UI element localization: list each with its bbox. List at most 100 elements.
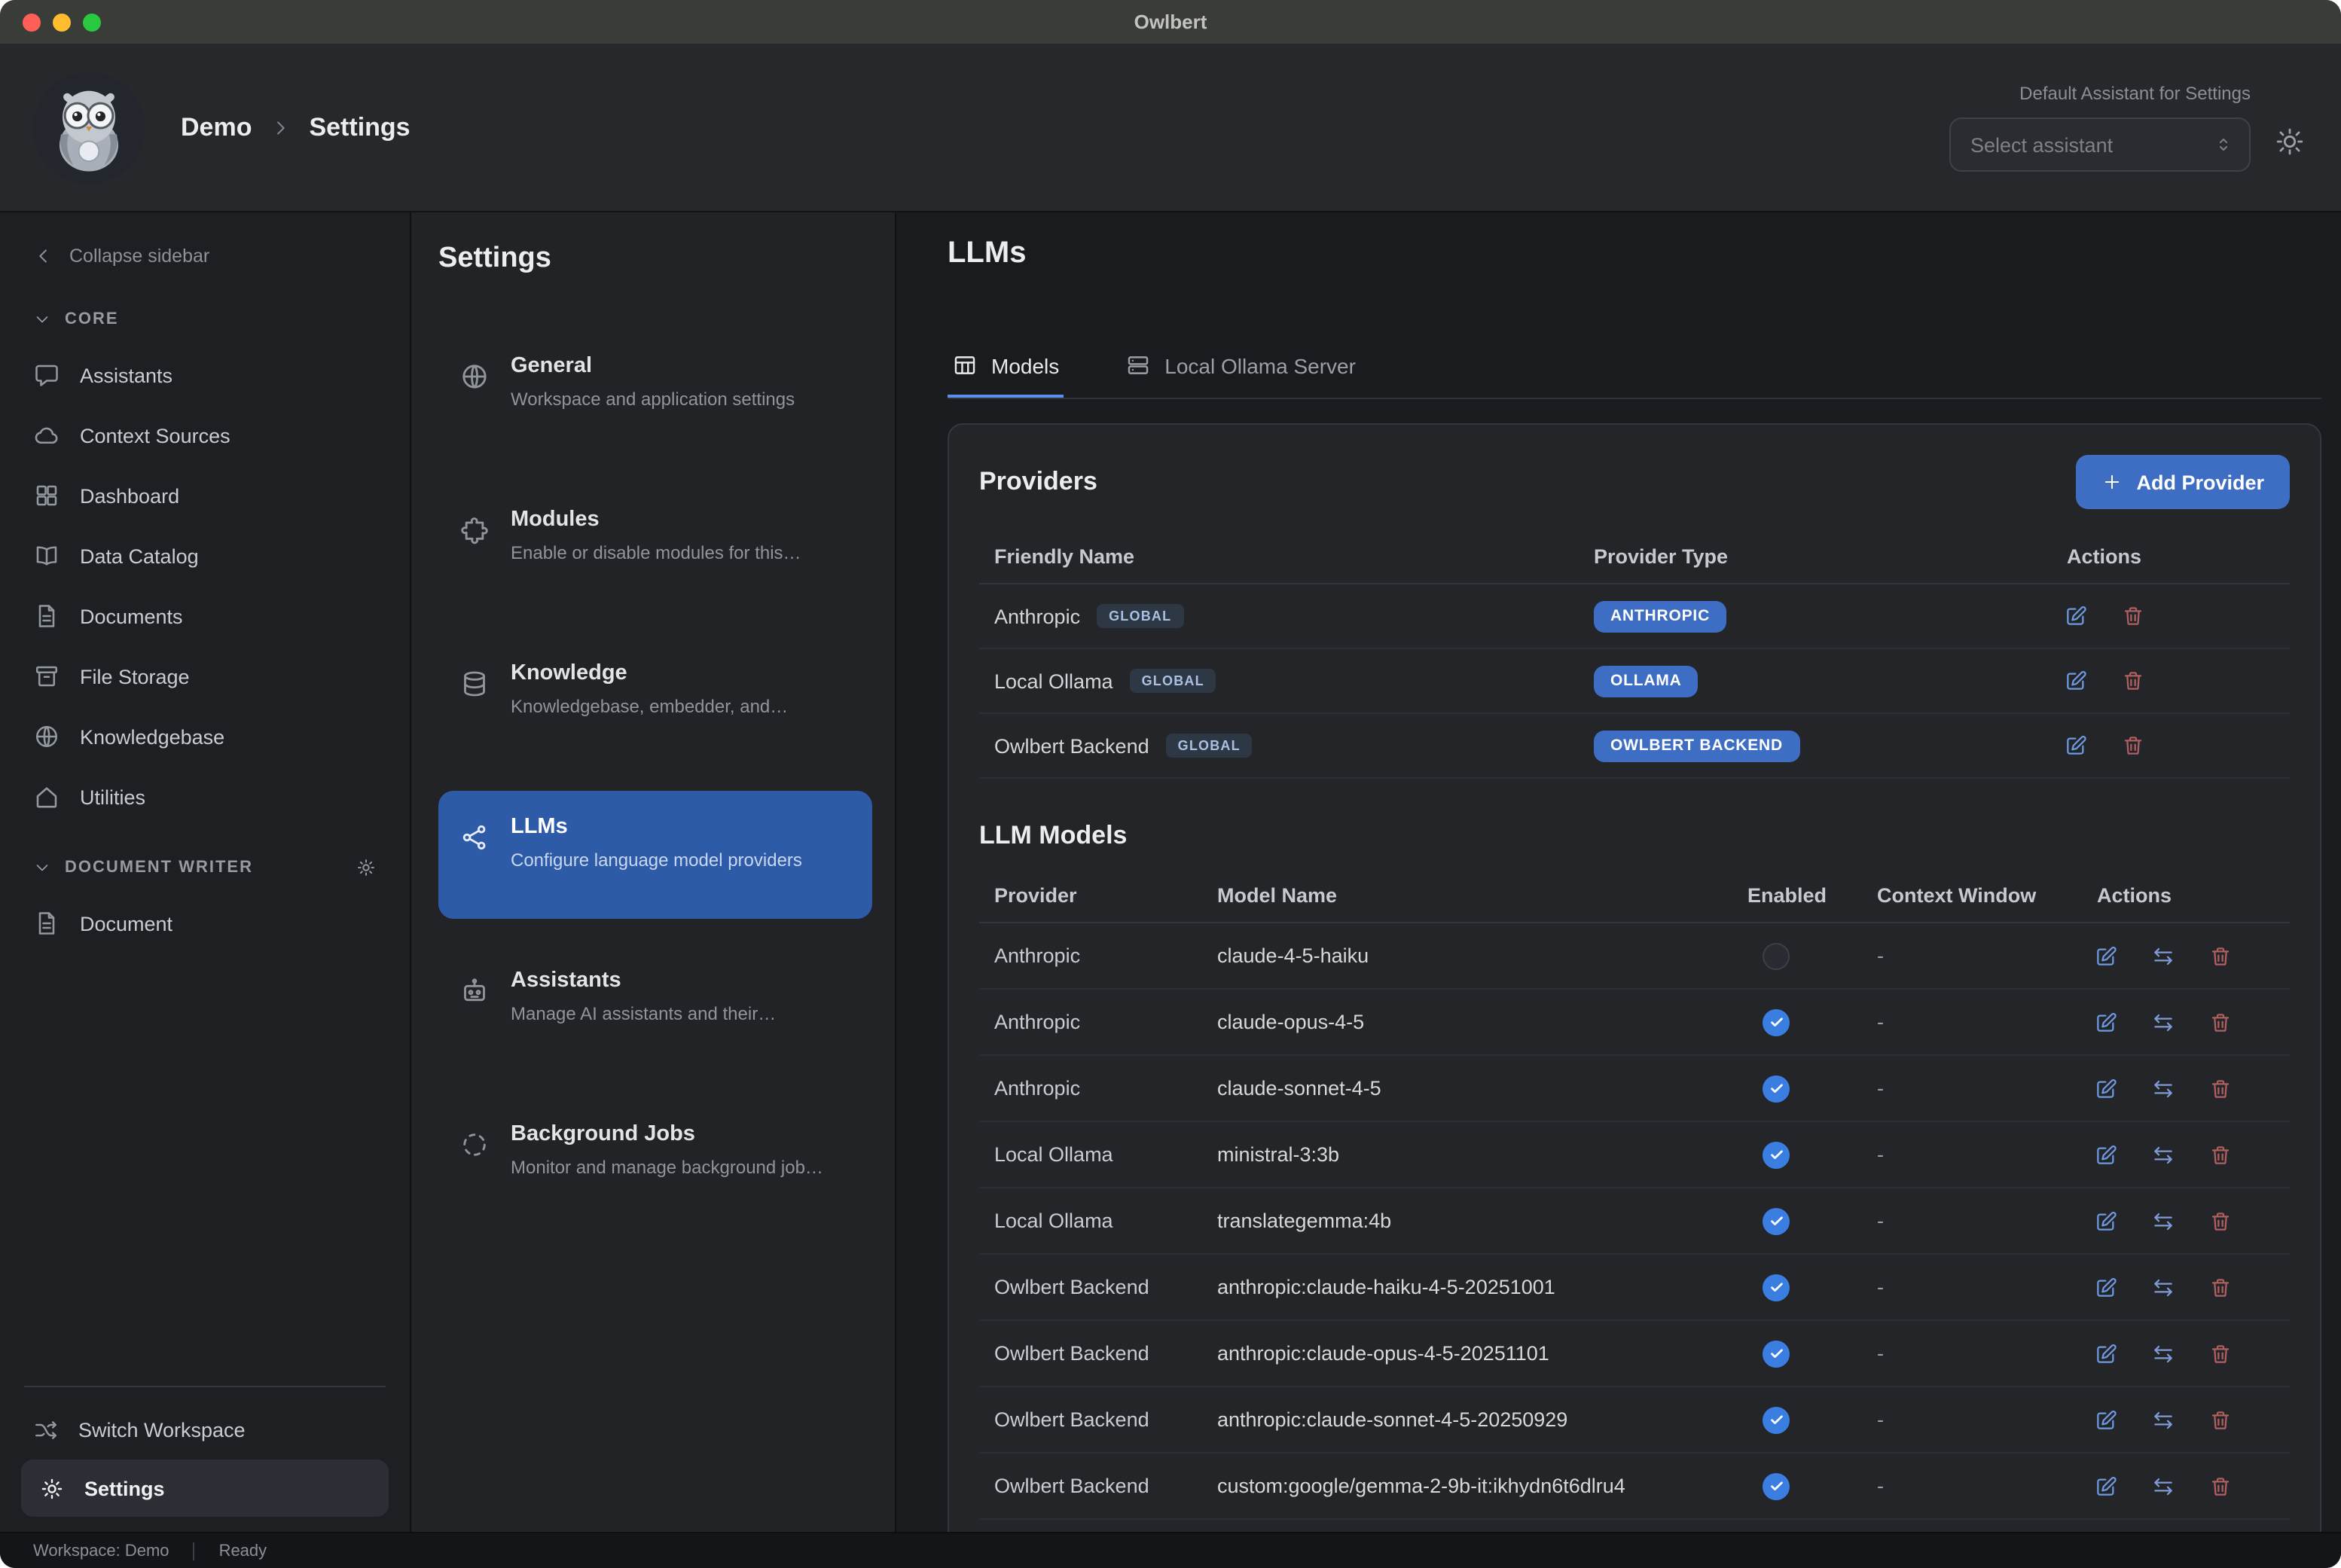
sidebar-section-core[interactable]: CORE [0,294,410,345]
swap-icon[interactable] [2151,1408,2175,1432]
swap-icon[interactable] [2151,944,2175,968]
settings-nav-item-background-jobs[interactable]: Background Jobs Monitor and manage backg… [438,1098,872,1226]
edit-icon[interactable] [2094,1408,2118,1432]
sidebar-item-knowledgebase[interactable]: Knowledgebase [0,706,410,767]
edit-icon[interactable] [2064,734,2088,758]
edit-icon[interactable] [2094,1076,2118,1100]
trash-icon[interactable] [2208,1010,2233,1034]
trash-icon[interactable] [2121,669,2145,693]
breadcrumb: Demo Settings [181,112,411,142]
trash-icon[interactable] [2121,604,2145,628]
edit-icon[interactable] [2094,1275,2118,1299]
sidebar: Collapse sidebar CORE Assistants Context… [0,212,411,1532]
check-icon [1768,1478,1784,1494]
enabled-checkbox[interactable] [1763,942,1790,969]
theme-toggle-button[interactable] [2275,126,2305,156]
trash-icon[interactable] [2208,1408,2233,1432]
settings-nav-item-modules[interactable]: Modules Enable or disable modules for th… [438,484,872,612]
trash-icon[interactable] [2208,1142,2233,1167]
chevron-right-icon [270,117,291,138]
swap-icon[interactable] [2151,1010,2175,1034]
app-window: Owlbert Demo Set [0,0,2341,1568]
trash-icon[interactable] [2208,1076,2233,1100]
swap-icon[interactable] [2151,1275,2175,1299]
robot-icon [459,976,490,1006]
add-provider-button[interactable]: Add Provider [2076,455,2290,509]
settings-nav-item-assistants[interactable]: Assistants Manage AI assistants and thei… [438,944,872,1072]
gear-icon [39,1475,65,1501]
sidebar-item-file-storage[interactable]: File Storage [0,646,410,706]
providers-title: Providers [979,467,1097,497]
enabled-checkbox[interactable] [1763,1008,1790,1036]
model-row: Owlbert Backend anthropic:claude-sonnet-… [979,1387,2290,1454]
trash-icon[interactable] [2208,1275,2233,1299]
gear-icon[interactable] [356,857,377,878]
book-icon [33,542,60,569]
check-icon [1768,1014,1784,1030]
edit-icon[interactable] [2094,1142,2118,1167]
trash-icon[interactable] [2208,1341,2233,1365]
column-friendly-name: Friendly Name [979,545,1579,568]
enabled-checkbox[interactable] [1763,1207,1790,1234]
owl-logo-icon [33,72,145,183]
column-enabled: Enabled [1732,884,1862,907]
edit-icon[interactable] [2094,1474,2118,1498]
provider-name: Anthropic [994,605,1080,627]
trash-icon[interactable] [2208,1209,2233,1233]
check-icon [1768,1146,1784,1163]
sidebar-item-utilities[interactable]: Utilities [0,767,410,827]
check-icon [1768,1345,1784,1362]
globe-icon [33,723,60,750]
swap-icon[interactable] [2151,1474,2175,1498]
sidebar-item-settings[interactable]: Settings [21,1460,389,1517]
sidebar-divider [24,1386,386,1387]
enabled-checkbox[interactable] [1763,1075,1790,1102]
provider-row-local-ollama: Local Ollama GLOBAL OLLAMA [979,649,2290,714]
sidebar-item-dashboard[interactable]: Dashboard [0,465,410,526]
edit-icon[interactable] [2064,669,2088,693]
swap-icon[interactable] [2151,1209,2175,1233]
tab-local-ollama-server[interactable]: Local Ollama Server [1121,352,1360,398]
settings-nav-item-llms[interactable]: LLMs Configure language model providers [438,791,872,919]
default-assistant-label: Default Assistant for Settings [2019,83,2251,104]
tab-bar: Models Local Ollama Server [948,352,2321,399]
enabled-checkbox[interactable] [1763,1274,1790,1301]
collapse-sidebar-button[interactable]: Collapse sidebar [0,233,410,279]
trash-icon[interactable] [2121,734,2145,758]
file-icon [33,910,60,937]
sidebar-item-documents[interactable]: Documents [0,586,410,646]
sidebar-item-context-sources[interactable]: Context Sources [0,405,410,465]
sidebar-item-switch-workspace[interactable]: Switch Workspace [0,1399,410,1460]
enabled-checkbox[interactable] [1763,1406,1790,1433]
trash-icon[interactable] [2208,1474,2233,1498]
swap-icon[interactable] [2151,1341,2175,1365]
assistant-select-value: Select assistant [1970,133,2213,156]
column-model-name: Model Name [1202,884,1732,907]
trash-icon[interactable] [2208,944,2233,968]
main-content: LLMs Models Local Ollama Server Provider… [896,212,2341,1532]
breadcrumb-workspace[interactable]: Demo [181,112,252,142]
sidebar-section-document-writer[interactable]: DOCUMENT WRITER [0,842,410,893]
model-row: Owlbert Backend anthropic:claude-haiku-4… [979,1255,2290,1321]
edit-icon[interactable] [2064,604,2088,628]
edit-icon[interactable] [2094,944,2118,968]
window-title: Owlbert [0,11,2341,33]
breadcrumb-settings[interactable]: Settings [309,112,410,142]
edit-icon[interactable] [2094,1209,2118,1233]
enabled-checkbox[interactable] [1763,1472,1790,1499]
tab-models[interactable]: Models [948,352,1064,398]
sidebar-item-assistants[interactable]: Assistants [0,345,410,405]
global-badge: GLOBAL [1130,669,1216,693]
sidebar-item-document[interactable]: Document [0,893,410,953]
settings-nav-item-general[interactable]: General Workspace and application settin… [438,330,872,458]
enabled-checkbox[interactable] [1763,1141,1790,1168]
house-icon [33,783,60,810]
enabled-checkbox[interactable] [1763,1340,1790,1367]
edit-icon[interactable] [2094,1010,2118,1034]
assistant-select[interactable]: Select assistant [1949,117,2251,172]
sidebar-item-data-catalog[interactable]: Data Catalog [0,526,410,586]
settings-nav-item-knowledge[interactable]: Knowledge Knowledgebase, embedder, and… [438,637,872,765]
swap-icon[interactable] [2151,1076,2175,1100]
swap-icon[interactable] [2151,1142,2175,1167]
edit-icon[interactable] [2094,1341,2118,1365]
